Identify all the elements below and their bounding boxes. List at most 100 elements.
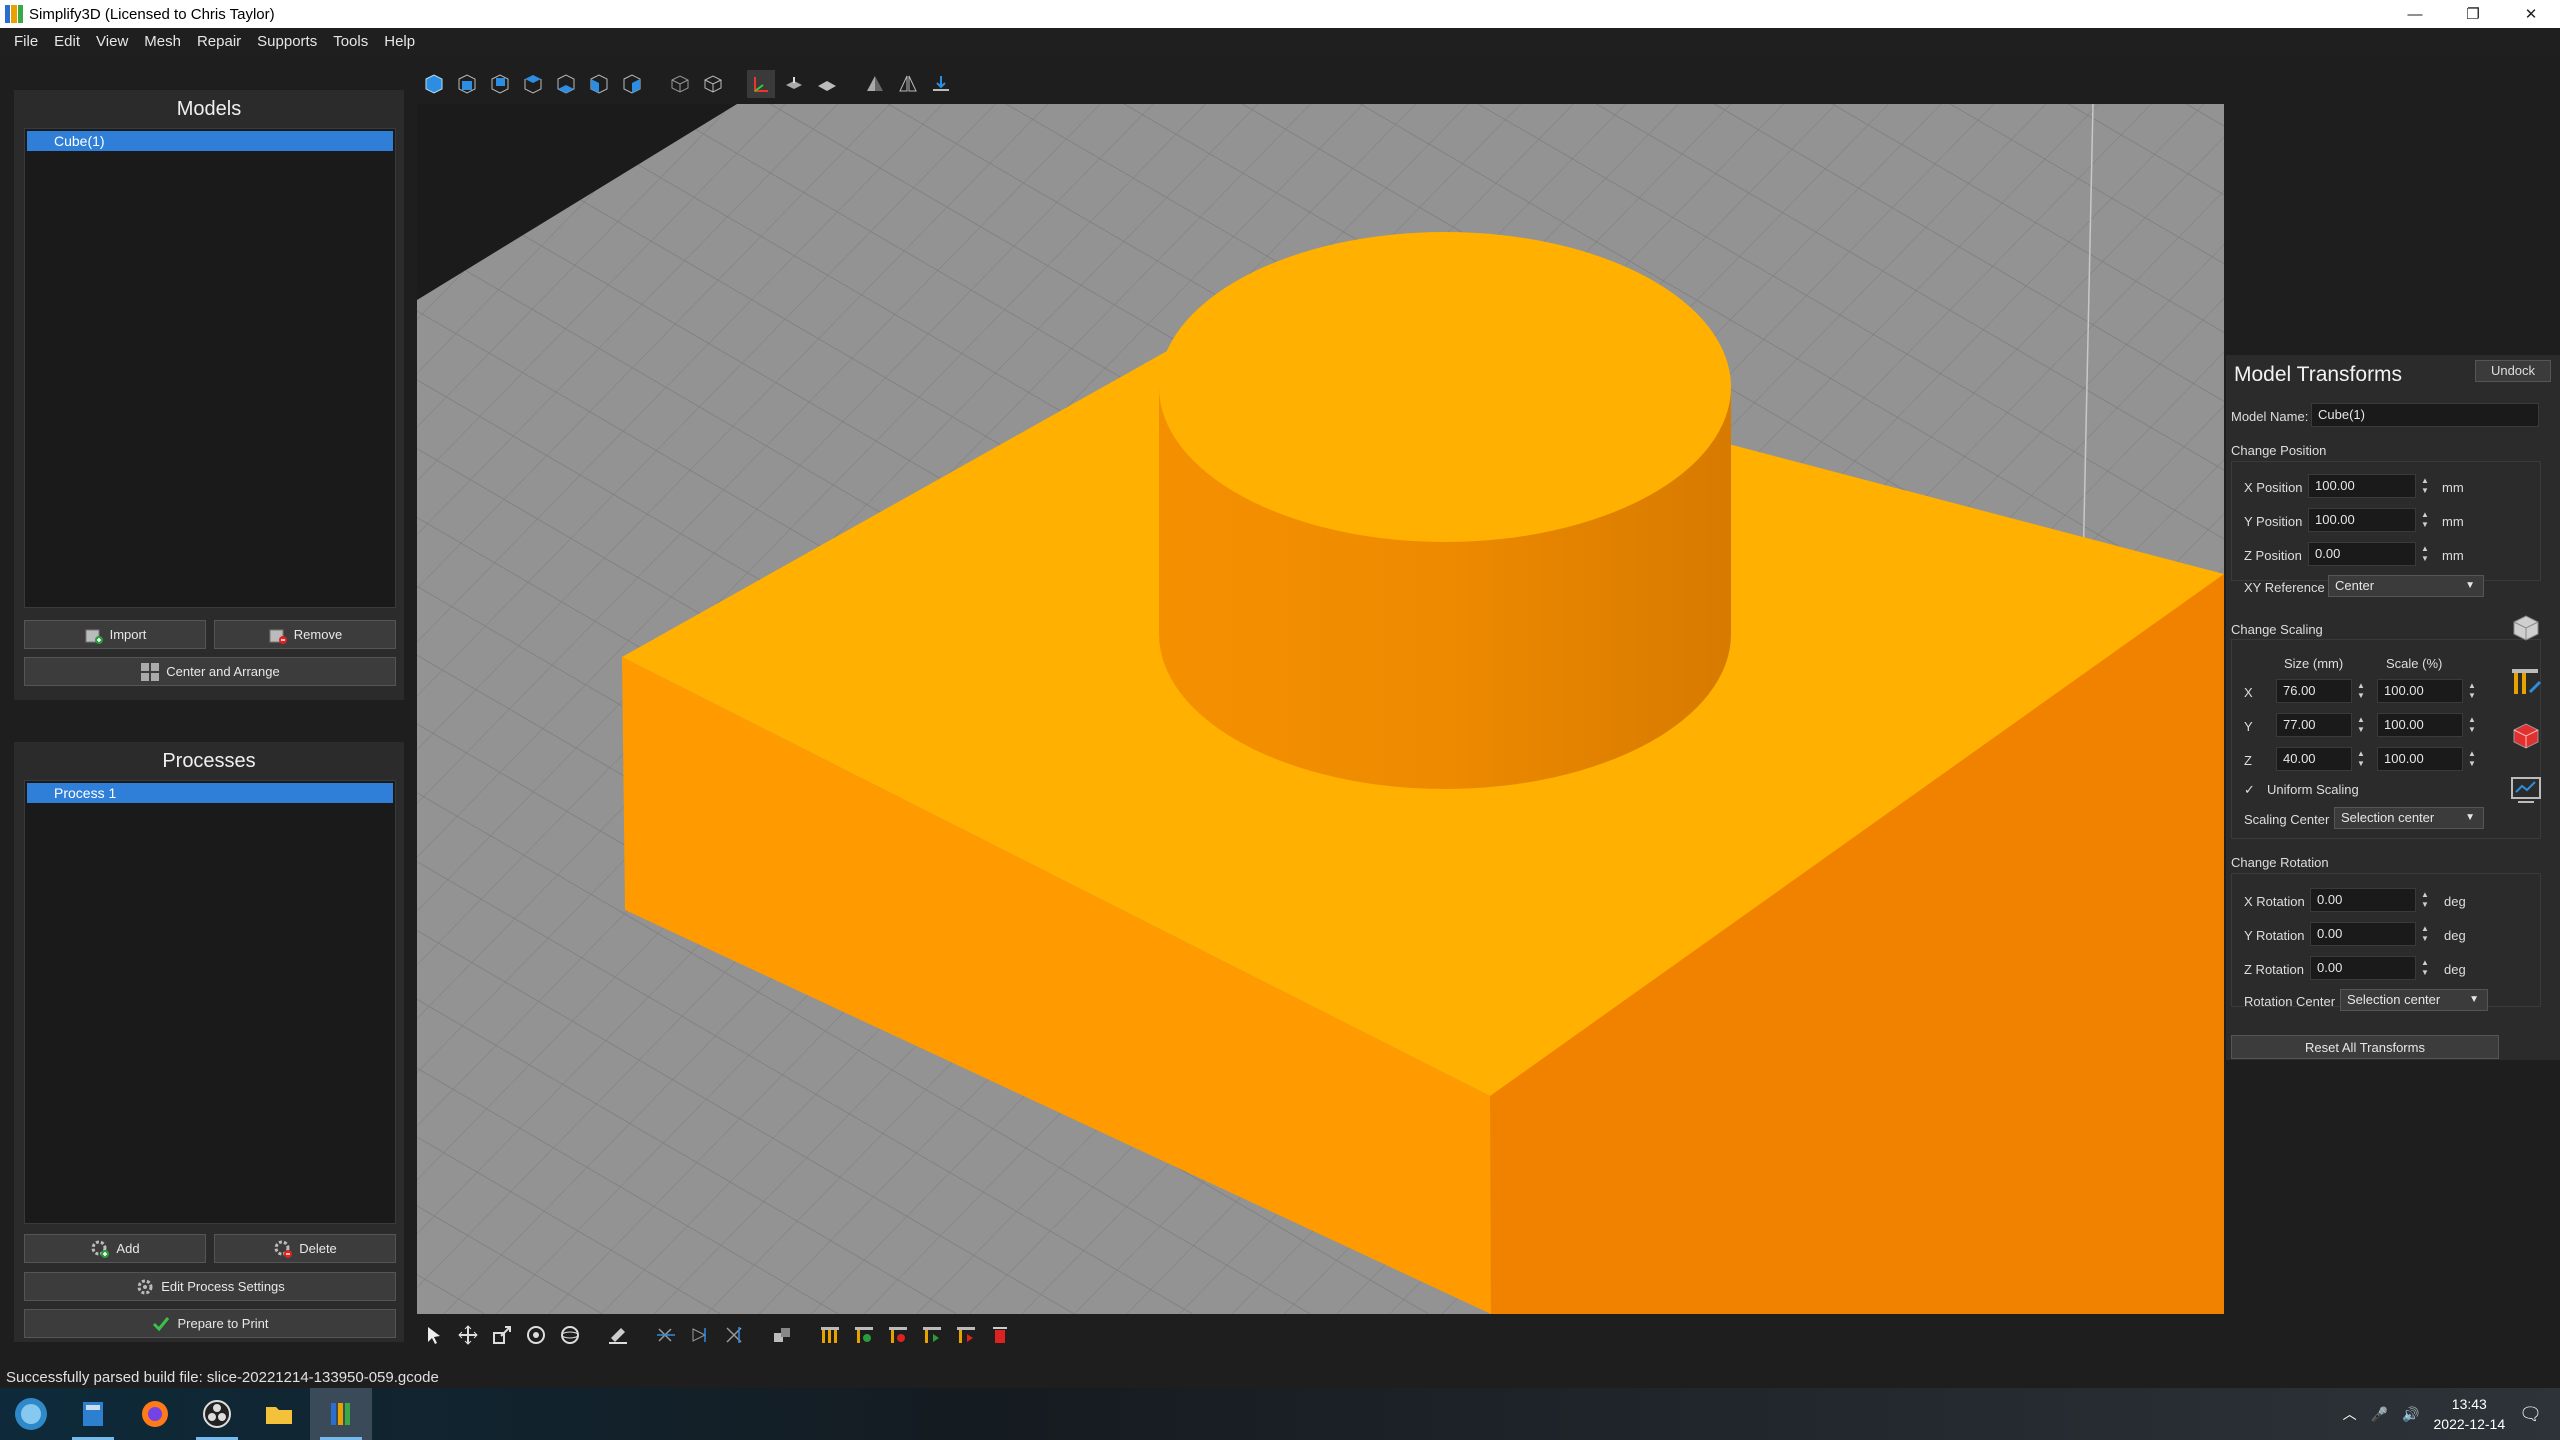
move-icon[interactable] <box>454 1321 482 1349</box>
mirror-icon[interactable] <box>894 70 922 98</box>
remove-support-icon[interactable] <box>884 1321 912 1349</box>
undock-button[interactable]: Undock <box>2475 360 2551 382</box>
remove-button[interactable]: Remove <box>214 620 396 649</box>
front-view-icon[interactable] <box>453 70 481 98</box>
support-settings-icon[interactable] <box>2508 664 2544 700</box>
maximize-button[interactable]: ❐ <box>2444 0 2502 28</box>
scale-x-input[interactable]: 100.00 <box>2377 679 2463 703</box>
left-view-icon[interactable] <box>585 70 613 98</box>
taskbar-file-explorer[interactable] <box>248 1388 310 1440</box>
center-arrange-button[interactable]: Center and Arrange <box>24 657 396 686</box>
start-button[interactable] <box>0 1388 62 1440</box>
size-y-spinner[interactable]: ▲ ▼ <box>2354 713 2368 737</box>
size-x-spinner[interactable]: ▲ ▼ <box>2354 679 2368 703</box>
machine-control-icon[interactable] <box>2508 772 2544 808</box>
solid-view-icon[interactable] <box>699 70 727 98</box>
model-name-field[interactable]: Cube(1) <box>2311 403 2539 427</box>
lay-flat-icon[interactable] <box>604 1321 632 1349</box>
menu-repair[interactable]: Repair <box>189 33 249 50</box>
model-list-item[interactable]: Cube(1) <box>27 131 393 151</box>
variable-settings-icon[interactable] <box>2508 718 2544 754</box>
split-x-icon[interactable] <box>652 1321 680 1349</box>
models-arrange-icon[interactable] <box>768 1321 796 1349</box>
microphone-icon[interactable]: 🎤 <box>2371 1406 2388 1423</box>
cross-section-icon[interactable] <box>861 70 889 98</box>
x-position-spinner[interactable]: ▲ ▼ <box>2418 474 2432 498</box>
taskbar-firefox[interactable] <box>124 1388 186 1440</box>
support-columns-icon[interactable] <box>816 1321 844 1349</box>
split-y-icon[interactable] <box>686 1321 714 1349</box>
bottom-view-icon[interactable] <box>552 70 580 98</box>
reset-all-transforms-button[interactable]: Reset All Transforms <box>2231 1035 2499 1059</box>
scale-z-spinner[interactable]: ▲ ▼ <box>2465 747 2479 771</box>
size-z-input[interactable]: 40.00 <box>2276 747 2352 771</box>
size-y-input[interactable]: 77.00 <box>2276 713 2352 737</box>
delete-all-supports-icon[interactable] <box>986 1321 1014 1349</box>
rotate-icon[interactable] <box>522 1321 550 1349</box>
processes-list[interactable]: Process 1 <box>24 780 396 1224</box>
tray-overflow-icon[interactable]: ︿ <box>2343 1404 2357 1424</box>
xy-reference-dropdown[interactable]: Center ▼ <box>2328 575 2484 597</box>
scale-z-input[interactable]: 100.00 <box>2377 747 2463 771</box>
build-volume-icon[interactable] <box>780 70 808 98</box>
z-position-input[interactable]: 0.00 <box>2308 542 2416 566</box>
uniform-scaling-checkbox[interactable]: ✓ <box>2244 782 2255 798</box>
place-on-bed-icon[interactable] <box>927 70 955 98</box>
y-rotation-spinner[interactable]: ▲ ▼ <box>2418 922 2432 946</box>
orbit-icon[interactable] <box>556 1321 584 1349</box>
add-support-icon[interactable] <box>850 1321 878 1349</box>
import-button[interactable]: Import <box>24 620 206 649</box>
close-button[interactable]: ✕ <box>2502 0 2560 28</box>
prepare-to-print-button[interactable]: Prepare to Print <box>24 1309 396 1338</box>
menu-file[interactable]: File <box>6 33 46 50</box>
menu-edit[interactable]: Edit <box>46 33 88 50</box>
scale-y-spinner[interactable]: ▲ ▼ <box>2465 713 2479 737</box>
add-process-button[interactable]: Add <box>24 1234 206 1263</box>
x-position-input[interactable]: 100.00 <box>2308 474 2416 498</box>
minimize-button[interactable]: — <box>2386 0 2444 28</box>
taskbar-obs[interactable] <box>186 1388 248 1440</box>
menu-tools[interactable]: Tools <box>325 33 376 50</box>
back-view-icon[interactable] <box>486 70 514 98</box>
rotation-center-dropdown[interactable]: Selection center ▼ <box>2340 989 2488 1011</box>
menu-supports[interactable]: Supports <box>249 33 325 50</box>
process-list-item[interactable]: Process 1 <box>27 783 393 803</box>
split-z-icon[interactable] <box>720 1321 748 1349</box>
scale-icon[interactable] <box>488 1321 516 1349</box>
select-arrow-icon[interactable] <box>420 1321 448 1349</box>
volume-icon[interactable]: 🔊 <box>2402 1406 2419 1423</box>
clear-support-icon[interactable] <box>952 1321 980 1349</box>
x-rotation-spinner[interactable]: ▲ ▼ <box>2418 888 2432 912</box>
generate-support-icon[interactable] <box>918 1321 946 1349</box>
menu-help[interactable]: Help <box>376 33 423 50</box>
x-rotation-input[interactable]: 0.00 <box>2310 888 2416 912</box>
top-view-icon[interactable] <box>519 70 547 98</box>
menu-view[interactable]: View <box>88 33 136 50</box>
scale-x-spinner[interactable]: ▲ ▼ <box>2465 679 2479 703</box>
size-x-input[interactable]: 76.00 <box>2276 679 2352 703</box>
delete-process-button[interactable]: Delete <box>214 1234 396 1263</box>
wireframe-icon[interactable] <box>666 70 694 98</box>
scale-y-input[interactable]: 100.00 <box>2377 713 2463 737</box>
z-rotation-input[interactable]: 0.00 <box>2310 956 2416 980</box>
3d-scene[interactable] <box>417 104 2224 1314</box>
default-view-icon[interactable] <box>420 70 448 98</box>
y-rotation-input[interactable]: 0.00 <box>2310 922 2416 946</box>
3d-viewport[interactable] <box>417 104 2224 1314</box>
taskbar-simplify3d[interactable] <box>310 1388 372 1440</box>
right-view-icon[interactable] <box>618 70 646 98</box>
size-z-spinner[interactable]: ▲ ▼ <box>2354 747 2368 771</box>
y-position-input[interactable]: 100.00 <box>2308 508 2416 532</box>
edit-process-settings-button[interactable]: Edit Process Settings <box>24 1272 396 1301</box>
notifications-icon[interactable]: 🗨 <box>2519 1404 2542 1425</box>
scaling-center-dropdown[interactable]: Selection center ▼ <box>2334 807 2484 829</box>
model-settings-icon[interactable] <box>2508 610 2544 646</box>
models-list[interactable]: Cube(1) <box>24 128 396 608</box>
build-plate-icon[interactable] <box>813 70 841 98</box>
menu-mesh[interactable]: Mesh <box>136 33 189 50</box>
clock[interactable]: 13:43 2022-12-14 <box>2434 1394 2506 1434</box>
taskbar-calculator[interactable] <box>62 1388 124 1440</box>
z-position-spinner[interactable]: ▲ ▼ <box>2418 542 2432 566</box>
z-rotation-spinner[interactable]: ▲ ▼ <box>2418 956 2432 980</box>
y-position-spinner[interactable]: ▲ ▼ <box>2418 508 2432 532</box>
